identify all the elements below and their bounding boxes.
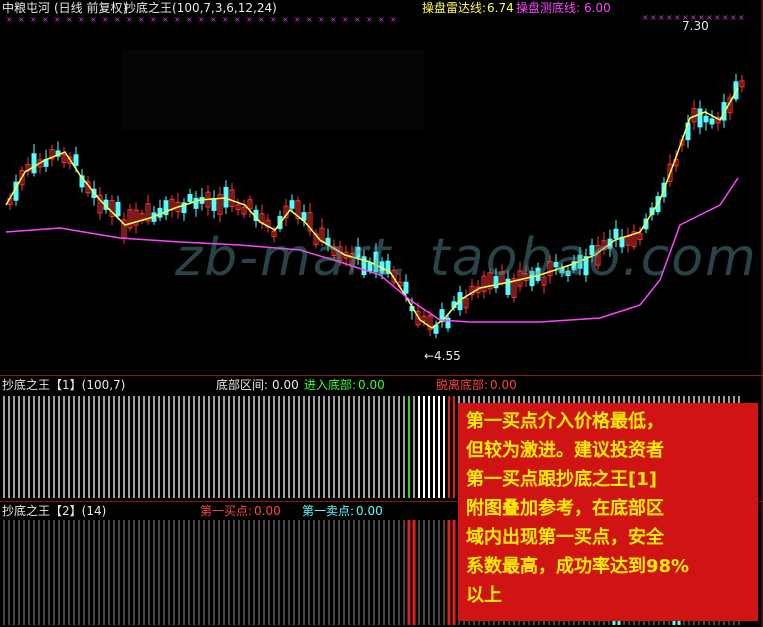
top-marker: × [294, 15, 301, 24]
note-line: 系数最高，成功率达到98% [466, 556, 690, 577]
chart-window[interactable]: × × × × × × × × × × × × × × × × × × × × × × × × × × × × × × × × × × × × × × × ×… [0, 0, 763, 627]
candle-body [193, 197, 199, 209]
top-marker: × [30, 15, 37, 24]
bottom-zone-value: 0.00 [272, 378, 299, 392]
low-price-label: ←4.55 [424, 349, 461, 363]
candle-body [211, 197, 217, 211]
note-line: 第一买点介入价格最低， [466, 411, 664, 432]
candle-body [115, 201, 121, 217]
candle-body [73, 154, 79, 166]
top-marker: × [114, 15, 121, 24]
top-marker: × [102, 15, 109, 24]
top-marker: × [330, 15, 337, 24]
top-marker: × [90, 15, 97, 24]
top-marker: × [674, 13, 681, 22]
top-marker: × [138, 15, 145, 24]
top-marker: × [42, 15, 49, 24]
bottom-zone-label: 底部区间: [216, 378, 269, 392]
top-marker: × [174, 15, 181, 24]
top-marker: × [642, 13, 649, 22]
candle-body [703, 115, 709, 123]
top-marker: × [150, 15, 157, 24]
occluded-block [122, 50, 424, 130]
candle-body [289, 200, 295, 209]
radar-line-label: 操盘雷达线: [422, 1, 487, 15]
top-marker: × [66, 15, 73, 24]
top-marker: × [246, 15, 253, 24]
top-marker: × [198, 15, 205, 24]
first-sell-value: 0.00 [356, 504, 383, 518]
first-buy-value: 0.00 [254, 504, 281, 518]
panel2-title: 抄底之王【2】(14) [2, 504, 107, 518]
candle-body [31, 153, 37, 174]
candle-body [709, 118, 715, 125]
first-buy-label: 第一买点: [200, 504, 253, 518]
note-line: 域内出现第一买点，安全 [466, 527, 664, 548]
leave-bottom-value: 0.00 [490, 378, 517, 392]
top-marker: × [18, 15, 25, 24]
top-marker: × [222, 15, 229, 24]
candle-body [697, 108, 703, 128]
top-marker: × [658, 13, 665, 22]
top-marker: × [354, 15, 361, 24]
top-marker: × [342, 15, 349, 24]
enter-bottom-label: 进入底部: [304, 378, 357, 392]
top-marker: × [722, 13, 729, 22]
top-marker: × [282, 15, 289, 24]
top-marker: × [306, 15, 313, 24]
top-marker: × [270, 15, 277, 24]
note-line: 附图叠加参考，在底部区 [466, 498, 664, 519]
candle-body [445, 317, 451, 329]
candle-body [223, 186, 229, 208]
candle-body [187, 194, 193, 202]
top-marker: × [366, 15, 373, 24]
indicator-params: 抄底之王(100,7,3,6,12,24) [124, 1, 277, 15]
stock-name: 中粮屯河 [2, 1, 51, 15]
panel1-title: 抄底之王【1】(100,7) [2, 378, 126, 392]
leave-bottom-label: 脱离底部: [436, 378, 489, 392]
note-line: 但较为激进。建议投资者 [466, 440, 664, 461]
panel1-divider [0, 375, 763, 376]
top-marker: × [666, 13, 673, 22]
bottom-line-value: 6.00 [584, 1, 611, 15]
top-marker: × [738, 13, 745, 22]
bottom-line-label: 操盘测底线: [516, 1, 581, 15]
promo-note: 第一买点介入价格最低， 但较为激进。建议投资者 第一买点跟抄底之王[1] 附图叠… [458, 403, 758, 621]
top-marker: × [714, 13, 721, 22]
top-marker: × [186, 15, 193, 24]
note-line: 以上 [466, 585, 502, 606]
top-marker: × [390, 15, 397, 24]
top-marker: × [318, 15, 325, 24]
radar-line-value: 6.74 [487, 1, 514, 15]
top-marker: × [162, 15, 169, 24]
top-marker: × [6, 15, 13, 24]
top-marker: × [234, 15, 241, 24]
top-marker: × [258, 15, 265, 24]
top-marker: × [730, 13, 737, 22]
top-marker: × [78, 15, 85, 24]
enter-bottom-value: 0.00 [358, 378, 385, 392]
watermark: zb-mart. taobao.com [175, 228, 758, 288]
top-marker: × [378, 15, 385, 24]
period-label: (日线 前复权) [54, 1, 128, 15]
top-marker: × [210, 15, 217, 24]
top-marker: × [126, 15, 133, 24]
high-price-label: 7.30 [682, 19, 709, 33]
first-sell-label: 第一卖点: [302, 504, 355, 518]
note-line: 第一买点跟抄底之王[1] [466, 469, 657, 490]
top-marker: × [54, 15, 61, 24]
top-marker: × [650, 13, 657, 22]
